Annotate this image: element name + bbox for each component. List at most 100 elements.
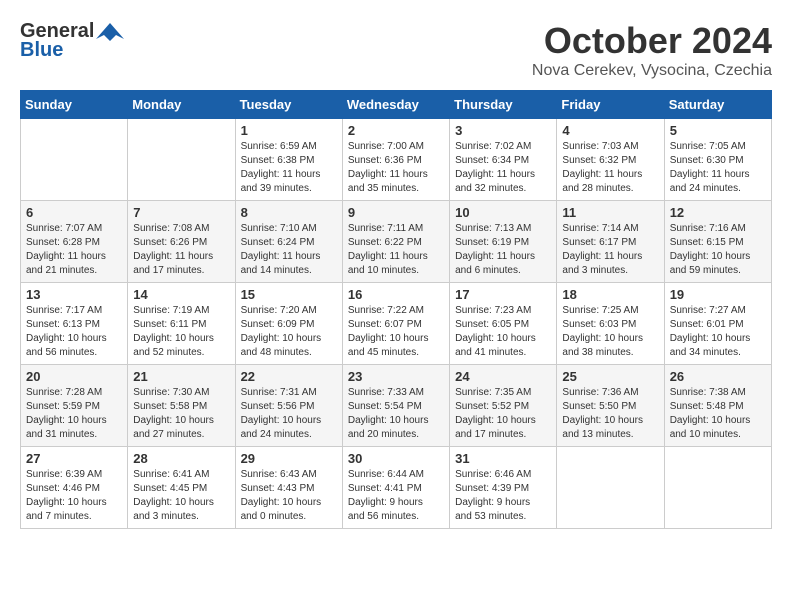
day-number: 15 (241, 287, 337, 302)
month-title: October 2024 (532, 20, 772, 62)
week-row-4: 20 Sunrise: 7:28 AM Sunset: 5:59 PM Dayli… (21, 365, 772, 447)
day-info: Sunrise: 7:16 AM Sunset: 6:15 PM Dayligh… (670, 222, 766, 278)
weekday-header-sunday: Sunday (21, 91, 128, 119)
calendar-cell: 13Sunrise: 7:17 AM Sunset: 6:13 PM Dayli… (21, 283, 128, 365)
calendar-cell: 23 Sunrise: 7:33 AM Sunset: 5:54 PM Dayli… (342, 365, 449, 447)
calendar-cell: 11 Sunrise: 7:14 AM Sunset: 6:17 PM Dayli… (557, 201, 664, 283)
day-info: Sunrise: 7:38 AM Sunset: 5:48 PM Dayligh… (670, 386, 766, 442)
day-number: 12 (670, 205, 766, 220)
calendar-cell: 29Sunrise: 6:43 AM Sunset: 4:43 PM Dayli… (235, 447, 342, 529)
day-info: Sunrise: 7:20 AM Sunset: 6:09 PM Dayligh… (241, 304, 337, 360)
day-number: 31 (455, 451, 551, 466)
day-number: 21 (133, 369, 229, 384)
week-row-3: 13Sunrise: 7:17 AM Sunset: 6:13 PM Dayli… (21, 283, 772, 365)
calendar-cell: 3Sunrise: 7:02 AM Sunset: 6:34 PM Daylig… (450, 119, 557, 201)
day-info: Sunrise: 7:13 AM Sunset: 6:19 PM Dayligh… (455, 222, 551, 278)
day-info: Sunrise: 7:22 AM Sunset: 6:07 PM Dayligh… (348, 304, 444, 360)
day-number: 2 (348, 123, 444, 138)
week-row-2: 6 Sunrise: 7:07 AM Sunset: 6:28 PM Daylig… (21, 201, 772, 283)
weekday-header-saturday: Saturday (664, 91, 771, 119)
day-number: 26 (670, 369, 766, 384)
day-info: Sunrise: 7:11 AM Sunset: 6:22 PM Dayligh… (348, 222, 444, 278)
day-number: 30 (348, 451, 444, 466)
calendar-cell: 17Sunrise: 7:23 AM Sunset: 6:05 PM Dayli… (450, 283, 557, 365)
calendar-cell: 10 Sunrise: 7:13 AM Sunset: 6:19 PM Dayli… (450, 201, 557, 283)
day-info: Sunrise: 6:44 AM Sunset: 4:41 PM Dayligh… (348, 468, 444, 524)
calendar-cell: 30 Sunrise: 6:44 AM Sunset: 4:41 PM Dayli… (342, 447, 449, 529)
calendar-cell: 9 Sunrise: 7:11 AM Sunset: 6:22 PM Daylig… (342, 201, 449, 283)
day-number: 3 (455, 123, 551, 138)
calendar-cell: 14 Sunrise: 7:19 AM Sunset: 6:11 PM Dayli… (128, 283, 235, 365)
day-number: 9 (348, 205, 444, 220)
day-number: 7 (133, 205, 229, 220)
day-number: 14 (133, 287, 229, 302)
calendar-cell: 12 Sunrise: 7:16 AM Sunset: 6:15 PM Dayli… (664, 201, 771, 283)
calendar-cell: 25Sunrise: 7:36 AM Sunset: 5:50 PM Dayli… (557, 365, 664, 447)
day-number: 20 (26, 369, 122, 384)
logo-bird-icon (96, 21, 124, 43)
calendar-cell (128, 119, 235, 201)
day-number: 8 (241, 205, 337, 220)
day-info: Sunrise: 7:28 AM Sunset: 5:59 PM Dayligh… (26, 386, 122, 442)
weekday-header-tuesday: Tuesday (235, 91, 342, 119)
title-area: October 2024 Nova Cerekev, Vysocina, Cze… (532, 20, 772, 80)
day-info: Sunrise: 7:10 AM Sunset: 6:24 PM Dayligh… (241, 222, 337, 278)
day-number: 4 (562, 123, 658, 138)
day-info: Sunrise: 7:23 AM Sunset: 6:05 PM Dayligh… (455, 304, 551, 360)
weekday-header-monday: Monday (128, 91, 235, 119)
day-info: Sunrise: 6:39 AM Sunset: 4:46 PM Dayligh… (26, 468, 122, 524)
weekday-header-row: SundayMondayTuesdayWednesdayThursdayFrid… (21, 91, 772, 119)
calendar-cell: 5Sunrise: 7:05 AM Sunset: 6:30 PM Daylig… (664, 119, 771, 201)
day-number: 5 (670, 123, 766, 138)
weekday-header-friday: Friday (557, 91, 664, 119)
day-info: Sunrise: 7:25 AM Sunset: 6:03 PM Dayligh… (562, 304, 658, 360)
day-number: 27 (26, 451, 122, 466)
day-info: Sunrise: 7:07 AM Sunset: 6:28 PM Dayligh… (26, 222, 122, 278)
day-info: Sunrise: 7:36 AM Sunset: 5:50 PM Dayligh… (562, 386, 658, 442)
calendar-cell: 1Sunrise: 6:59 AM Sunset: 6:38 PM Daylig… (235, 119, 342, 201)
day-number: 24 (455, 369, 551, 384)
calendar-cell: 6 Sunrise: 7:07 AM Sunset: 6:28 PM Daylig… (21, 201, 128, 283)
day-info: Sunrise: 7:27 AM Sunset: 6:01 PM Dayligh… (670, 304, 766, 360)
calendar-cell: 31 Sunrise: 6:46 AM Sunset: 4:39 PM Dayli… (450, 447, 557, 529)
calendar-cell: 28 Sunrise: 6:41 AM Sunset: 4:45 PM Dayli… (128, 447, 235, 529)
calendar-cell: 20 Sunrise: 7:28 AM Sunset: 5:59 PM Dayli… (21, 365, 128, 447)
day-info: Sunrise: 7:03 AM Sunset: 6:32 PM Dayligh… (562, 140, 658, 196)
calendar-cell: 8 Sunrise: 7:10 AM Sunset: 6:24 PM Daylig… (235, 201, 342, 283)
day-info: Sunrise: 7:17 AM Sunset: 6:13 PM Dayligh… (26, 304, 122, 360)
day-number: 28 (133, 451, 229, 466)
calendar-cell (21, 119, 128, 201)
day-info: Sunrise: 7:19 AM Sunset: 6:11 PM Dayligh… (133, 304, 229, 360)
calendar-cell: 21 Sunrise: 7:30 AM Sunset: 5:58 PM Dayli… (128, 365, 235, 447)
day-number: 6 (26, 205, 122, 220)
day-info: Sunrise: 6:41 AM Sunset: 4:45 PM Dayligh… (133, 468, 229, 524)
day-number: 23 (348, 369, 444, 384)
calendar-cell: 2 Sunrise: 7:00 AM Sunset: 6:36 PM Daylig… (342, 119, 449, 201)
day-number: 16 (348, 287, 444, 302)
calendar-table: SundayMondayTuesdayWednesdayThursdayFrid… (20, 90, 772, 529)
day-info: Sunrise: 6:46 AM Sunset: 4:39 PM Dayligh… (455, 468, 551, 524)
calendar-cell: 24 Sunrise: 7:35 AM Sunset: 5:52 PM Dayli… (450, 365, 557, 447)
weekday-header-wednesday: Wednesday (342, 91, 449, 119)
day-info: Sunrise: 7:00 AM Sunset: 6:36 PM Dayligh… (348, 140, 444, 196)
day-info: Sunrise: 7:33 AM Sunset: 5:54 PM Dayligh… (348, 386, 444, 442)
day-number: 1 (241, 123, 337, 138)
day-number: 10 (455, 205, 551, 220)
day-number: 19 (670, 287, 766, 302)
calendar-cell: 18Sunrise: 7:25 AM Sunset: 6:03 PM Dayli… (557, 283, 664, 365)
calendar-cell: 26 Sunrise: 7:38 AM Sunset: 5:48 PM Dayli… (664, 365, 771, 447)
calendar-cell: 27 Sunrise: 6:39 AM Sunset: 4:46 PM Dayli… (21, 447, 128, 529)
day-info: Sunrise: 7:30 AM Sunset: 5:58 PM Dayligh… (133, 386, 229, 442)
logo-blue-text: Blue (20, 39, 63, 62)
calendar-cell: 7Sunrise: 7:08 AM Sunset: 6:26 PM Daylig… (128, 201, 235, 283)
calendar-cell (557, 447, 664, 529)
calendar-cell: 19 Sunrise: 7:27 AM Sunset: 6:01 PM Dayli… (664, 283, 771, 365)
day-info: Sunrise: 7:31 AM Sunset: 5:56 PM Dayligh… (241, 386, 337, 442)
calendar-cell (664, 447, 771, 529)
day-info: Sunrise: 6:43 AM Sunset: 4:43 PM Dayligh… (241, 468, 337, 524)
calendar-cell: 15 Sunrise: 7:20 AM Sunset: 6:09 PM Dayli… (235, 283, 342, 365)
day-number: 11 (562, 205, 658, 220)
day-info: Sunrise: 7:14 AM Sunset: 6:17 PM Dayligh… (562, 222, 658, 278)
day-info: Sunrise: 7:35 AM Sunset: 5:52 PM Dayligh… (455, 386, 551, 442)
calendar-cell: 22Sunrise: 7:31 AM Sunset: 5:56 PM Dayli… (235, 365, 342, 447)
